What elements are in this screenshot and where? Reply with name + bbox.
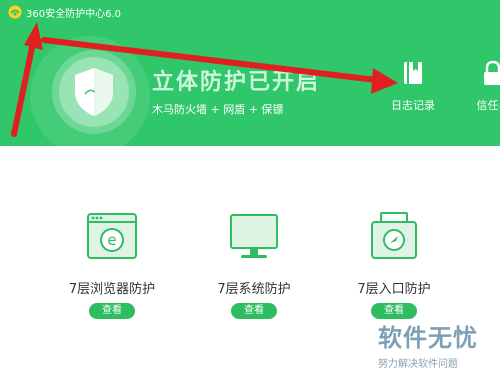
protection-components: 木马防火墙 + 网盾 + 保镖 <box>152 103 284 116</box>
view-system-protection-button[interactable]: 查看 <box>231 303 277 319</box>
log-records-button[interactable]: 日志记录 <box>378 60 448 113</box>
log-records-label: 日志记录 <box>391 99 435 112</box>
watermark: 软件无忧 努力解决软件问题 <box>378 318 498 370</box>
browser-protection-label: 7层浏览器防护 <box>68 282 156 297</box>
trust-button[interactable]: 信任与 <box>458 60 500 113</box>
system-protection-label: 7层系统防护 <box>217 282 291 297</box>
view-browser-protection-button[interactable]: 查看 <box>89 303 135 319</box>
shield-status-badge <box>52 50 136 134</box>
protection-status-title: 立体防护已开启 <box>152 70 321 95</box>
app-title-bar: 360安全防护中心6.0 <box>8 4 121 20</box>
360-logo-icon <box>8 5 22 19</box>
svg-text:e: e <box>107 231 116 249</box>
watermark-title: 软件无忧 <box>378 324 478 352</box>
trust-label: 信任与 <box>476 99 500 112</box>
entry-protection-card: 7层入口防护 查看 <box>334 210 454 319</box>
log-book-icon <box>404 62 422 84</box>
system-protection-card: 7层系统防护 查看 <box>194 210 314 319</box>
browser-protection-card: e 7层浏览器防护 查看 <box>52 210 172 319</box>
entry-gate-icon <box>371 212 417 259</box>
view-entry-protection-button[interactable]: 查看 <box>371 303 417 319</box>
lock-icon <box>484 60 500 85</box>
entry-protection-label: 7层入口防护 <box>357 282 431 297</box>
shield-icon <box>75 68 113 116</box>
header-banner: 360安全防护中心6.0 立体防护已开启 木马防火墙 + 网盾 + 保镖 日志记… <box>0 0 500 146</box>
watermark-subtitle: 努力解决软件问题 <box>378 359 458 370</box>
browser-window-icon: e <box>87 213 137 259</box>
app-title: 360安全防护中心6.0 <box>26 8 121 20</box>
monitor-icon <box>230 214 278 258</box>
